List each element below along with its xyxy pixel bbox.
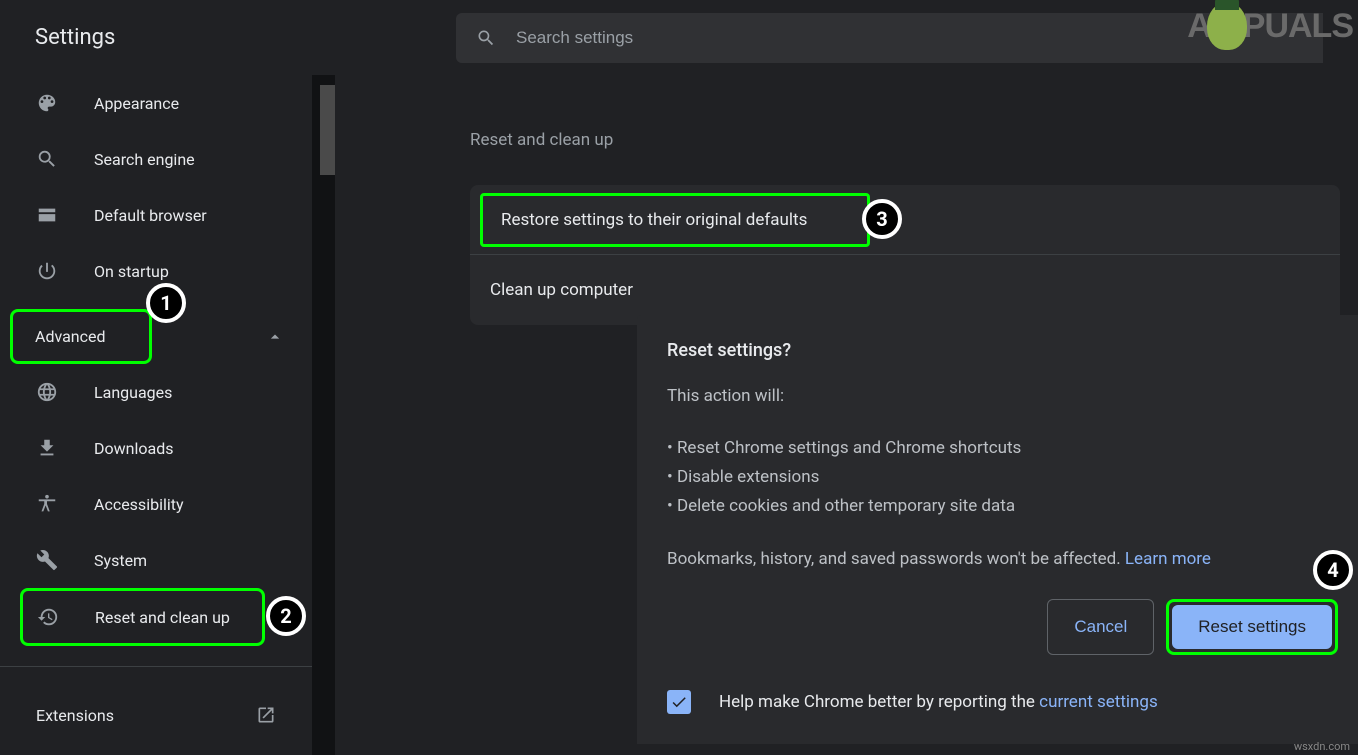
- dialog-bullet: • Disable extensions: [667, 463, 1358, 492]
- annotation-badge-1: 1: [146, 283, 186, 323]
- reset-button[interactable]: Reset settings: [1172, 605, 1332, 649]
- card-row-label: Restore settings to their original defau…: [501, 210, 807, 230]
- search-icon: [36, 148, 58, 170]
- appuals-logo: A PUALS: [1187, 2, 1353, 50]
- sidebar-section-advanced[interactable]: Advanced: [10, 309, 152, 364]
- sidebar-section-label: Advanced: [35, 327, 106, 346]
- search-input[interactable]: [516, 28, 1303, 48]
- sidebar-item-system[interactable]: System: [0, 532, 335, 588]
- checkbox-label: Help make Chrome better by reporting the…: [719, 692, 1158, 712]
- dialog-title: Reset settings?: [667, 340, 1358, 361]
- annotation-badge-4: 4: [1313, 550, 1353, 590]
- divider: [0, 666, 335, 667]
- sidebar-item-label: Languages: [94, 383, 172, 402]
- cancel-button[interactable]: Cancel: [1047, 599, 1154, 655]
- learn-more-link[interactable]: Learn more: [1125, 549, 1211, 569]
- download-icon: [36, 437, 58, 459]
- chevron-up-icon: [265, 327, 285, 347]
- sidebar-item-accessibility[interactable]: Accessibility: [0, 476, 335, 532]
- annotation-badge-3: 3: [862, 199, 902, 239]
- sidebar-item-appearance[interactable]: Appearance: [0, 75, 335, 131]
- sidebar-item-label: Default browser: [94, 206, 207, 225]
- sidebar-item-default-browser[interactable]: Default browser: [0, 187, 335, 243]
- sidebar-item-label: Downloads: [94, 439, 173, 458]
- section-title: Reset and clean up: [470, 130, 1358, 150]
- sidebar-item-label: System: [94, 551, 147, 570]
- restore-icon: [37, 606, 59, 628]
- card-row-label: Clean up computer: [490, 280, 633, 300]
- logo-mascot-icon: [1207, 2, 1247, 50]
- sidebar-item-downloads[interactable]: Downloads: [0, 420, 335, 476]
- dialog-intro: This action will:: [667, 386, 1358, 406]
- dialog-buttons: Cancel Reset settings 4: [667, 599, 1358, 655]
- power-icon: [36, 260, 58, 282]
- sidebar-item-label: On startup: [94, 262, 169, 281]
- dialog-bullet: • Reset Chrome settings and Chrome short…: [667, 434, 1358, 463]
- settings-card: Restore settings to their original defau…: [470, 185, 1340, 325]
- report-checkbox[interactable]: [667, 690, 691, 714]
- dialog-bullet: • Delete cookies and other temporary sit…: [667, 492, 1358, 521]
- page-title: Settings: [35, 25, 115, 50]
- sidebar-item-extensions[interactable]: Extensions: [0, 687, 335, 743]
- sidebar-inner: Appearance Search engine Default browser…: [0, 75, 335, 743]
- sidebar-item-label: Reset and clean up: [95, 608, 230, 627]
- sidebar-item-label: Accessibility: [94, 495, 184, 514]
- annotation-badge-2: 2: [266, 596, 306, 636]
- footer-source: wsxdn.com: [1294, 740, 1350, 753]
- dialog-note: Bookmarks, history, and saved passwords …: [667, 549, 1358, 569]
- sidebar-item-languages[interactable]: Languages: [0, 364, 335, 420]
- sidebar-item-reset[interactable]: Reset and clean up: [20, 588, 265, 646]
- open-in-new-icon: [255, 704, 277, 726]
- sidebar-item-label: Appearance: [94, 94, 179, 113]
- search-icon: [476, 28, 496, 48]
- globe-icon: [36, 381, 58, 403]
- accessibility-icon: [36, 493, 58, 515]
- restore-defaults-highlight: Restore settings to their original defau…: [480, 193, 870, 247]
- sidebar-item-label: Search engine: [94, 150, 195, 169]
- wrench-icon: [36, 549, 58, 571]
- header: Settings: [0, 0, 1358, 75]
- dialog-list: • Reset Chrome settings and Chrome short…: [667, 434, 1358, 521]
- checkbox-row: Help make Chrome better by reporting the…: [667, 690, 1358, 714]
- palette-icon: [36, 92, 58, 114]
- reset-dialog: Reset settings? This action will: • Rese…: [637, 315, 1358, 744]
- check-icon: [670, 693, 688, 711]
- browser-icon: [36, 204, 58, 226]
- sidebar: Appearance Search engine Default browser…: [0, 75, 335, 755]
- sidebar-item-label: Extensions: [36, 706, 255, 725]
- card-row-restore[interactable]: Restore settings to their original defau…: [470, 185, 1340, 255]
- sidebar-item-search-engine[interactable]: Search engine: [0, 131, 335, 187]
- current-settings-link[interactable]: current settings: [1039, 692, 1158, 712]
